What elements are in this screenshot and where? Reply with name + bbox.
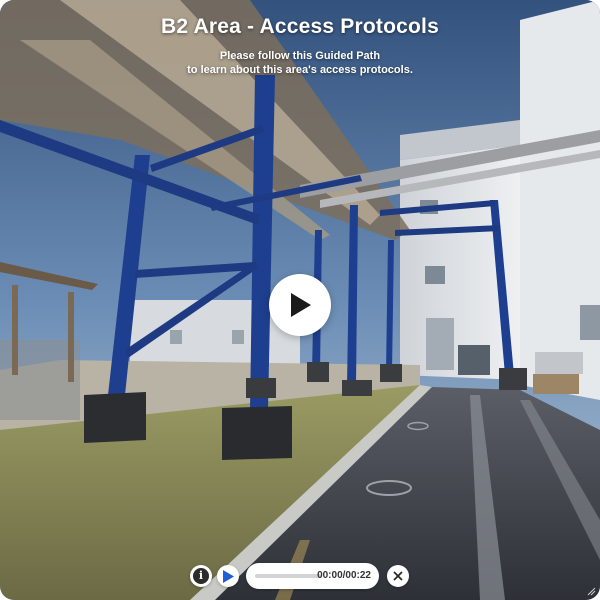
info-icon: i	[193, 568, 209, 584]
play-icon	[291, 293, 311, 317]
subtitle-line-1: Please follow this Guided Path	[219, 50, 381, 62]
play-icon	[223, 569, 234, 583]
page-subtitle: Please follow this Guided Path to learn …	[0, 49, 600, 77]
subtitle-line-2: to learn about this area's access protoc…	[187, 64, 413, 76]
tour-viewer: B2 Area - Access Protocols Please follow…	[0, 0, 600, 600]
progress-bar-container: 00:00/00:22	[246, 563, 379, 589]
close-icon	[393, 571, 403, 581]
resize-handle-icon[interactable]	[586, 586, 596, 596]
info-button[interactable]: i	[190, 565, 212, 587]
progress-track[interactable]	[255, 574, 321, 578]
time-display: 00:00/00:22	[317, 570, 371, 581]
player-controls: i 00:00/00:22	[190, 563, 412, 589]
play-video-button[interactable]	[269, 274, 331, 336]
play-pause-button[interactable]	[217, 565, 239, 587]
tour-header: B2 Area - Access Protocols Please follow…	[0, 0, 600, 77]
page-title: B2 Area - Access Protocols	[161, 15, 439, 38]
close-button[interactable]	[387, 565, 409, 587]
